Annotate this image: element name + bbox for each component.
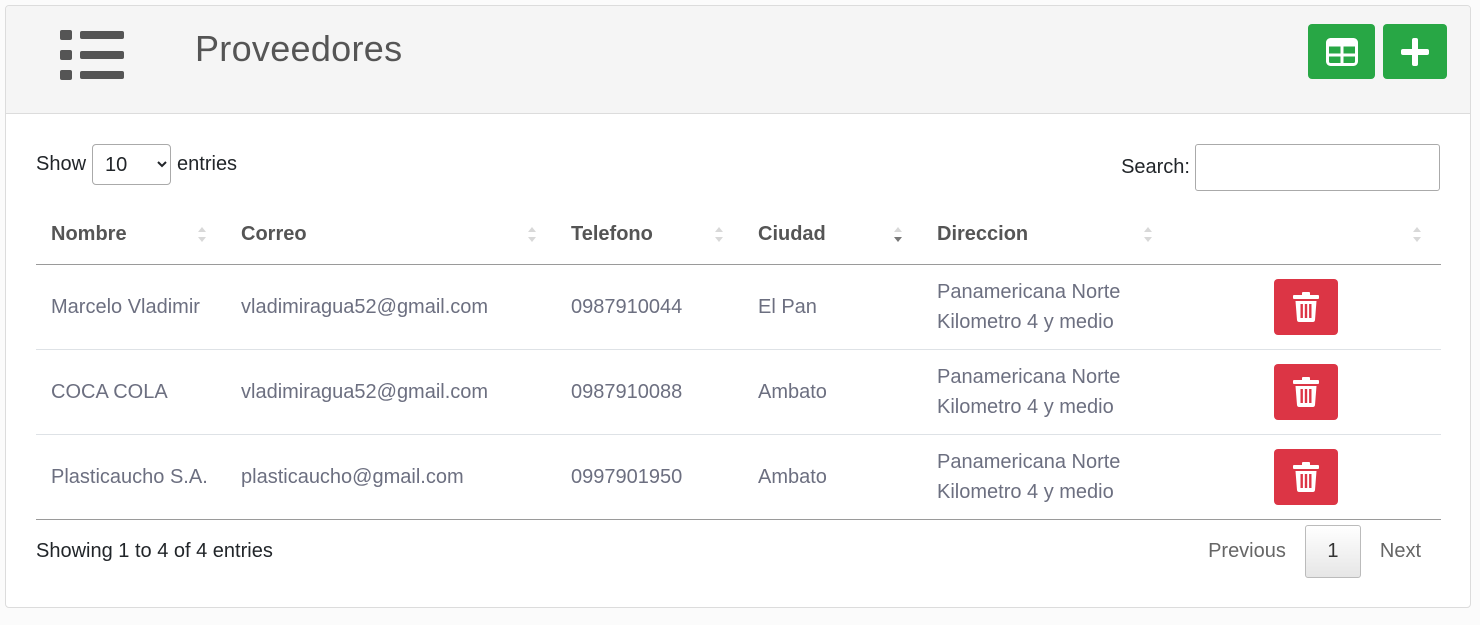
column-header-telefono[interactable]: Telefono — [556, 206, 743, 265]
add-provider-button[interactable] — [1383, 24, 1447, 79]
cell-telefono: 0987910044 — [556, 264, 743, 350]
cell-nombre: Marcelo Vladimir — [36, 264, 226, 350]
cell-telefono: 0997901950 — [556, 434, 743, 520]
pagination: Previous 1 Next — [1189, 525, 1440, 578]
list-icon[interactable] — [58, 28, 124, 82]
cell-actions — [1172, 349, 1441, 435]
column-label: Direccion — [937, 223, 1029, 246]
table-view-button[interactable] — [1308, 24, 1375, 79]
providers-table: Nombre Correo Telefono Ciudad Direccion … — [36, 206, 1441, 520]
column-label: Nombre — [51, 223, 127, 246]
column-header-correo[interactable]: Correo — [226, 206, 556, 265]
cell-nombre: COCA COLA — [36, 349, 226, 435]
column-header-actions[interactable] — [1172, 206, 1441, 265]
sort-icon — [1144, 225, 1152, 245]
table-icon — [1325, 37, 1358, 66]
cell-direccion: Panamericana Norte Kilometro 4 y medio — [922, 264, 1172, 350]
cell-correo: vladimiragua52@gmail.com — [226, 264, 556, 350]
column-header-nombre[interactable]: Nombre — [36, 206, 226, 265]
cell-actions — [1172, 264, 1441, 350]
cell-direccion: Panamericana Norte Kilometro 4 y medio — [922, 349, 1172, 435]
cell-ciudad: Ambato — [743, 434, 922, 520]
cell-ciudad: Ambato — [743, 349, 922, 435]
sort-icon — [715, 225, 723, 245]
table-row: Marcelo Vladimir vladimiragua52@gmail.co… — [36, 264, 1441, 350]
column-label: Correo — [241, 223, 307, 246]
providers-card: Proveedores Show 10 entries Search: Nomb… — [5, 5, 1471, 608]
column-label: Ciudad — [758, 223, 826, 246]
delete-button[interactable] — [1274, 278, 1338, 335]
length-suffix: entries — [177, 153, 238, 175]
sort-icon — [1413, 225, 1421, 245]
sort-icon — [198, 225, 206, 245]
sort-icon — [528, 225, 536, 245]
column-header-ciudad[interactable]: Ciudad — [743, 206, 922, 265]
trash-icon — [1293, 291, 1319, 322]
card-header: Proveedores — [6, 6, 1470, 114]
search-filter: Search: — [1121, 144, 1440, 191]
cell-actions — [1172, 434, 1441, 520]
plus-icon — [1401, 37, 1429, 66]
table-row: Plasticaucho S.A. plasticaucho@gmail.com… — [36, 434, 1441, 520]
length-prefix: Show — [36, 153, 87, 175]
trash-icon — [1293, 376, 1319, 407]
trash-icon — [1293, 461, 1319, 492]
cell-telefono: 0987910088 — [556, 349, 743, 435]
cell-correo: vladimiragua52@gmail.com — [226, 349, 556, 435]
search-label: Search: — [1121, 156, 1190, 178]
cell-ciudad: El Pan — [743, 264, 922, 350]
page-button-current[interactable]: 1 — [1304, 525, 1361, 578]
delete-button[interactable] — [1274, 363, 1338, 420]
page-title: Proveedores — [195, 28, 403, 69]
next-page-link[interactable]: Next — [1361, 540, 1440, 563]
delete-button[interactable] — [1274, 448, 1338, 505]
column-header-direccion[interactable]: Direccion — [922, 206, 1172, 265]
table-info: Showing 1 to 4 of 4 entries — [36, 540, 273, 562]
previous-page-link[interactable]: Previous — [1189, 540, 1305, 563]
table-row: COCA COLA vladimiragua52@gmail.com 09879… — [36, 349, 1441, 435]
cell-direccion: Panamericana Norte Kilometro 4 y medio — [922, 434, 1172, 520]
column-label: Telefono — [571, 223, 653, 246]
entries-select[interactable]: 10 — [92, 144, 172, 185]
table-header-row: Nombre Correo Telefono Ciudad Direccion — [36, 206, 1441, 265]
entries-length-control: Show 10 entries — [36, 144, 237, 185]
search-input[interactable] — [1195, 144, 1440, 191]
sort-desc-icon — [894, 225, 902, 245]
cell-nombre: Plasticaucho S.A. — [36, 434, 226, 520]
cell-correo: plasticaucho@gmail.com — [226, 434, 556, 520]
